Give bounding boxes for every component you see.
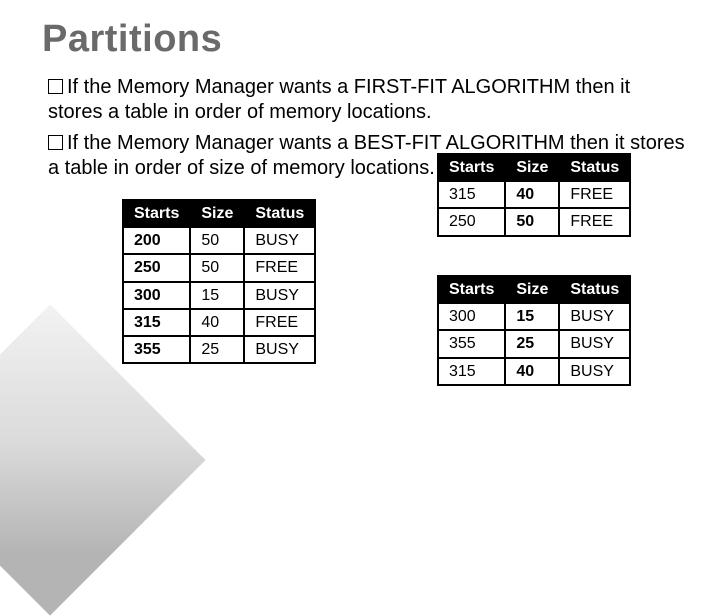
table-row: 25050FREE bbox=[123, 254, 315, 281]
table-row: 35525BUSY bbox=[123, 336, 315, 363]
table-best-fit-free: Starts Size Status 31540FREE 25050FREE bbox=[437, 153, 631, 237]
table-row: 31540FREE bbox=[123, 309, 315, 336]
col-size: Size bbox=[505, 276, 559, 303]
table-row: 20050BUSY bbox=[123, 227, 315, 254]
table-header-row: Starts Size Status bbox=[438, 154, 630, 181]
table-row: 31540FREE bbox=[438, 181, 630, 208]
slide-title: Partitions bbox=[42, 18, 688, 61]
table-header-row: Starts Size Status bbox=[438, 276, 630, 303]
col-size: Size bbox=[190, 200, 244, 227]
table-row: 31540BUSY bbox=[438, 358, 630, 385]
col-status: Status bbox=[559, 154, 630, 181]
bullet-2-prefix: If bbox=[67, 132, 78, 154]
table-row: 30015BUSY bbox=[123, 282, 315, 309]
table-row: 25050FREE bbox=[438, 208, 630, 235]
col-status: Status bbox=[244, 200, 315, 227]
col-starts: Starts bbox=[123, 200, 190, 227]
table-first-fit: Starts Size Status 20050BUSY 25050FREE 3… bbox=[122, 199, 316, 364]
bullet-1: If the Memory Manager wants a FIRST-FIT … bbox=[42, 75, 688, 125]
bullet-1-rest: the Memory Manager wants a FIRST-FIT ALG… bbox=[48, 76, 630, 123]
col-starts: Starts bbox=[438, 154, 505, 181]
col-starts: Starts bbox=[438, 276, 505, 303]
col-status: Status bbox=[559, 276, 630, 303]
col-size: Size bbox=[505, 154, 559, 181]
table-best-fit-busy: Starts Size Status 30015BUSY 35525BUSY 3… bbox=[437, 275, 631, 386]
bullet-1-prefix: If bbox=[67, 76, 78, 98]
table-row: 35525BUSY bbox=[438, 330, 630, 357]
table-row: 30015BUSY bbox=[438, 303, 630, 330]
checkbox-icon bbox=[48, 135, 63, 150]
table-header-row: Starts Size Status bbox=[123, 200, 315, 227]
checkbox-icon bbox=[48, 79, 63, 94]
